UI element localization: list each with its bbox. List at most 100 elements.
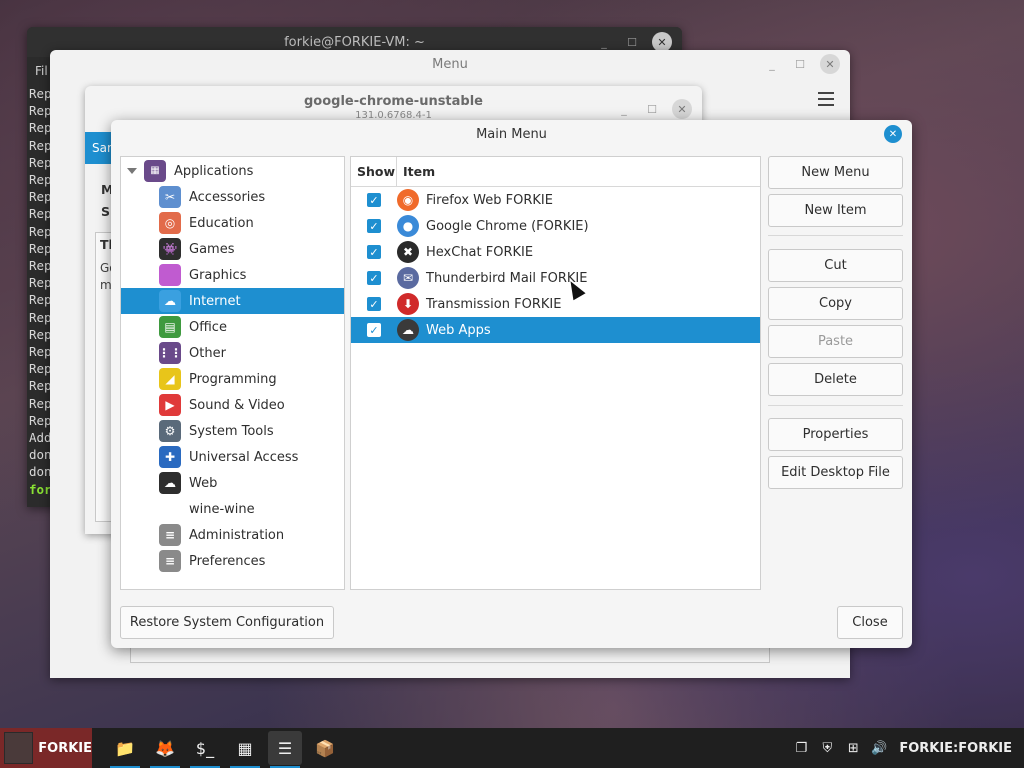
category-label: Internet [189,293,241,309]
web-icon: ☁ [159,472,181,494]
category-item[interactable]: ▤ Office [121,314,344,340]
category-item[interactable]: ◎ Education [121,210,344,236]
category-item[interactable]: ⋮⋮ Other [121,340,344,366]
item-label: Thunderbird Mail FORKIE [426,270,588,286]
applications-icon: ▦ [144,160,166,182]
maximize-icon[interactable]: ☐ [790,54,810,74]
archive-icon[interactable]: 📦 [308,731,342,765]
administration-icon: ≡ [159,524,181,546]
category-label: Sound & Video [189,397,285,413]
transmission-icon: ⬇ [397,293,419,315]
category-item[interactable]: ✂ Accessories [121,184,344,210]
category-item[interactable]: 👾 Games [121,236,344,262]
copy-button[interactable]: Copy [768,287,903,320]
other-icon: ⋮⋮ [158,342,182,364]
paste-button[interactable]: Paste [768,325,903,358]
category-label: wine-wine [189,501,255,517]
category-item[interactable]: wine-wine [121,496,344,522]
item-column-header[interactable]: Item [397,164,435,179]
network-icon[interactable]: ⊞ [845,740,861,756]
category-tree[interactable]: ▦ Applications ✂ Accessories ◎ Education 👾 Ga… [120,156,345,590]
volume-icon[interactable]: 🔊 [871,740,887,756]
show-checkbox[interactable]: ✓ [367,323,381,337]
show-checkbox[interactable]: ✓ [367,193,381,207]
files-icon[interactable]: 📁 [108,731,142,768]
close-button[interactable]: Close [837,606,903,639]
item-row[interactable]: ✓ ◉ Firefox Web FORKIE [351,187,760,213]
category-item[interactable]: ☁ Internet [121,288,344,314]
programming-icon: ◢ [159,368,181,390]
close-icon[interactable]: ✕ [820,54,840,74]
maximize-icon[interactable]: ☐ [642,99,662,119]
chrome-icon: ● [397,215,419,237]
hamburger-menu-icon[interactable] [818,92,834,106]
chrome-dialog-title: google-chrome-unstable [303,94,484,109]
start-menu-button[interactable]: FORKIE [0,728,92,768]
restore-system-configuration-button[interactable]: Restore System Configuration [120,606,334,639]
games-icon: 👾 [159,238,181,260]
distro-logo-icon [4,732,34,764]
show-checkbox[interactable]: ✓ [367,297,381,311]
category-item[interactable]: ▶ Sound & Video [121,392,344,418]
taskbar: FORKIE 📁 🦊 $_ ▦ ☰ 📦 ❐ ⛨ ⊞ 🔊 FORKIE:FORKIE [0,728,1024,768]
show-checkbox[interactable]: ✓ [367,245,381,259]
show-checkbox[interactable]: ✓ [367,219,381,233]
item-label: HexChat FORKIE [426,244,534,260]
show-checkbox[interactable]: ✓ [367,271,381,285]
new-menu-button[interactable]: New Menu [768,156,903,189]
tree-root-applications[interactable]: ▦ Applications [121,158,344,184]
item-row[interactable]: ✓ ☁ Web Apps [351,317,760,343]
category-label: Games [189,241,235,257]
category-label: System Tools [189,423,274,439]
item-row[interactable]: ✓ ● Google Chrome (FORKIE) [351,213,760,239]
edit-desktop-file-button[interactable]: Edit Desktop File [768,456,903,489]
item-label: Firefox Web FORKIE [426,192,553,208]
category-label: Universal Access [189,449,299,465]
category-item[interactable]: ✚ Universal Access [121,444,344,470]
properties-button[interactable]: Properties [768,418,903,451]
firefox-icon[interactable]: 🦊 [148,731,182,768]
category-label: Web [189,475,218,491]
show-column-header[interactable]: Show [351,157,397,186]
close-icon[interactable]: ✕ [652,32,672,52]
category-item[interactable]: ≡ Administration [121,522,344,548]
firefox-icon: ◉ [397,189,419,211]
user-label[interactable]: FORKIE:FORKIE [899,741,1012,756]
close-icon[interactable]: ✕ [672,99,692,119]
category-label: Accessories [189,189,266,205]
main-menu-titlebar[interactable]: Main Menu ✕ [111,120,912,148]
category-item[interactable]: ◢ Programming [121,366,344,392]
item-rows: ✓ ◉ Firefox Web FORKIE ✓ ● Google Chrome (FOR… [351,187,760,343]
category-item[interactable]: ⚙ System Tools [121,418,344,444]
minimize-icon[interactable]: _ [616,99,632,119]
clipboard-icon[interactable]: ❐ [793,740,809,756]
maximize-icon[interactable]: ☐ [622,32,642,52]
item-list[interactable]: Show Item ✓ ◉ Firefox Web FORKIE ✓ ● Google C… [350,156,761,590]
category-item[interactable]: ☁ Web [121,470,344,496]
category-label: Other [189,345,226,361]
item-row[interactable]: ✓ ✖ HexChat FORKIE [351,239,760,265]
graphics-icon [159,264,181,286]
minimize-icon[interactable]: _ [596,32,612,52]
chrome-dialog-titlebar[interactable]: google-chrome-unstable 131.0.6768.4-1 _ … [85,86,702,122]
menu-window-titlebar[interactable]: Menu _ ☐ ✕ [50,50,850,78]
minimize-icon[interactable]: _ [764,54,780,74]
preferences-icon: ≡ [159,550,181,572]
cut-button[interactable]: Cut [768,249,903,282]
category-label: Programming [189,371,277,387]
main-menu-dialog[interactable]: Main Menu ✕ ▦ Applications ✂ Accessories ◎… [111,120,912,648]
tree-root-label: Applications [174,163,254,179]
close-icon[interactable]: ✕ [884,125,902,143]
apps-grid-icon[interactable]: ▦ [228,731,262,768]
delete-button[interactable]: Delete [768,363,903,396]
category-item[interactable]: Graphics [121,262,344,288]
shield-icon[interactable]: ⛨ [819,740,835,756]
expand-caret-icon[interactable] [127,168,137,174]
menu-window-title: Menu [432,56,468,72]
item-row[interactable]: ✓ ⬇ Transmission FORKIE [351,291,760,317]
new-item-button[interactable]: New Item [768,194,903,227]
item-row[interactable]: ✓ ✉ Thunderbird Mail FORKIE [351,265,760,291]
terminal-icon[interactable]: $_ [188,731,222,768]
category-item[interactable]: ≡ Preferences [121,548,344,574]
menu-editor-icon[interactable]: ☰ [268,731,302,768]
